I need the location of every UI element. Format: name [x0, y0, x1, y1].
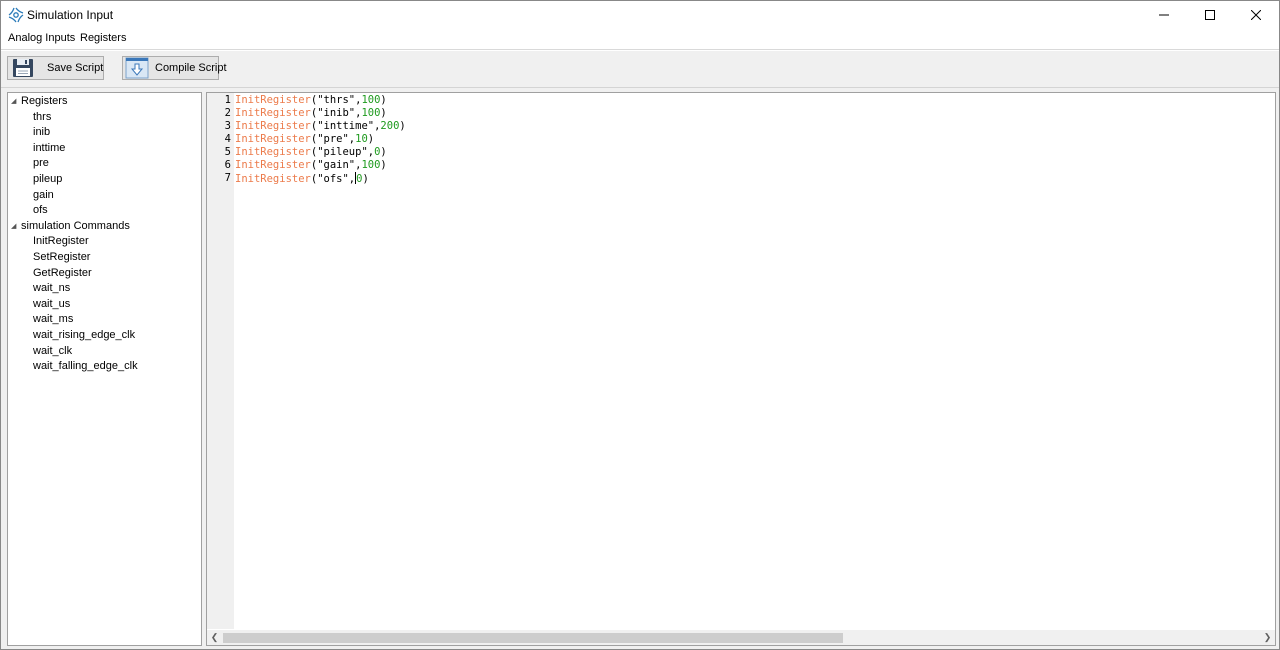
tree-item[interactable]: wait_us [33, 297, 70, 312]
code-line[interactable]: InitRegister("thrs",100) [235, 94, 387, 107]
scrollbar-thumb[interactable] [223, 633, 843, 643]
code-paren-close: ) [399, 120, 406, 132]
scroll-left-arrow-icon[interactable]: ❮ [207, 630, 222, 645]
code-function-token: InitRegister [235, 133, 311, 145]
line-number: 4 [224, 133, 231, 145]
tree-item[interactable]: thrs [33, 110, 51, 125]
code-string-token: "pre" [317, 133, 349, 145]
register-tree[interactable]: ◢ Registers thrs inib inttime pre pileup gain of… [7, 92, 202, 646]
tree-item[interactable]: pileup [33, 172, 62, 187]
close-icon [1251, 10, 1261, 20]
maximize-button[interactable] [1187, 1, 1233, 29]
minimize-icon [1159, 14, 1169, 16]
app-logo-icon [8, 7, 24, 23]
code-function-token: InitRegister [235, 146, 311, 158]
tree-item[interactable]: SetRegister [33, 250, 90, 265]
code-paren-close: ) [362, 173, 369, 185]
code-function-token: InitRegister [235, 173, 311, 185]
code-function-token: InitRegister [235, 120, 311, 132]
scroll-right-arrow-icon[interactable]: ❯ [1260, 630, 1275, 645]
download-arrow-icon [125, 57, 149, 79]
code-line[interactable]: InitRegister("inib",100) [235, 107, 387, 120]
compile-script-label: Compile Script [155, 62, 227, 74]
close-button[interactable] [1233, 1, 1279, 29]
script-editor[interactable]: 1 InitRegister("thrs",100) 2 InitRegister("… [206, 92, 1276, 646]
tree-item[interactable]: gain [33, 188, 54, 203]
tree-item[interactable]: inttime [33, 141, 65, 156]
menu-analog-inputs[interactable]: Analog Inputs [8, 32, 75, 44]
code-function-token: InitRegister [235, 107, 311, 119]
code-string-token: "gain" [317, 159, 356, 171]
line-number: 2 [224, 107, 231, 119]
menu-bar: Analog Inputs Registers [1, 29, 1279, 50]
code-number-token: 10 [355, 133, 368, 145]
compile-script-button[interactable]: Compile Script [122, 56, 227, 80]
line-number: 5 [224, 146, 231, 158]
floppy-disk-icon [12, 58, 34, 78]
horizontal-scrollbar[interactable]: ❮ ❯ [207, 630, 1275, 645]
tree-item[interactable]: GetRegister [33, 266, 92, 281]
code-paren-close: ) [380, 146, 387, 158]
tree-item[interactable]: inib [33, 125, 50, 140]
code-paren-close: ) [367, 133, 375, 145]
code-string-token: "inttime" [317, 120, 375, 132]
menu-registers[interactable]: Registers [80, 32, 126, 44]
code-paren-close: ) [380, 94, 387, 106]
code-string-token: "inib" [317, 107, 356, 119]
window-title: Simulation Input [27, 8, 114, 22]
line-number: 1 [224, 94, 231, 106]
code-string-token: "thrs" [317, 94, 356, 106]
tree-item[interactable]: wait_clk [33, 344, 72, 359]
save-script-label: Save Script [47, 62, 104, 74]
code-number-token: 100 [361, 94, 381, 106]
line-number: 3 [224, 120, 231, 132]
code-function-token: InitRegister [235, 94, 311, 106]
tree-item[interactable]: wait_rising_edge_clk [33, 328, 135, 343]
expand-triangle-icon[interactable]: ◢ [11, 94, 19, 109]
code-line[interactable]: InitRegister("gain",100) [235, 159, 387, 172]
code-function-token: InitRegister [235, 159, 311, 171]
tree-item[interactable]: wait_ms [33, 312, 73, 327]
tree-item[interactable]: ofs [33, 203, 48, 218]
maximize-icon [1205, 10, 1215, 20]
line-number: 6 [224, 159, 231, 171]
tree-item[interactable]: pre [33, 156, 49, 171]
code-paren-close: ) [380, 159, 387, 171]
code-number-token: 100 [361, 159, 381, 171]
toolbar: Save Script Compile Script [1, 50, 1279, 88]
code-string-token: "pileup" [317, 146, 368, 158]
code-number-token: 200 [380, 120, 400, 132]
simulation-input-window: Simulation Input Analog Inputs Registers [0, 0, 1280, 650]
tree-group-label: simulation Commands [21, 219, 130, 232]
expand-triangle-icon[interactable]: ◢ [11, 219, 19, 234]
code-number-token: 100 [361, 107, 381, 119]
tree-item[interactable]: wait_falling_edge_clk [33, 359, 138, 374]
tree-item[interactable]: wait_ns [33, 281, 70, 296]
code-line[interactable]: InitRegister("pre",10) [235, 133, 374, 146]
code-line[interactable]: InitRegister("pileup",0) [235, 146, 387, 159]
minimize-button[interactable] [1141, 1, 1187, 29]
code-line[interactable]: InitRegister("ofs",0) [235, 172, 369, 186]
tree-item[interactable]: InitRegister [33, 234, 89, 249]
code-paren-close: ) [380, 107, 387, 119]
title-bar[interactable]: Simulation Input [1, 1, 1279, 29]
code-line[interactable]: InitRegister("inttime",200) [235, 120, 406, 133]
tree-group-label: Registers [21, 95, 68, 107]
code-string-token: "ofs" [317, 173, 349, 185]
line-number: 7 [224, 172, 231, 184]
save-script-button[interactable]: Save Script [7, 56, 104, 80]
